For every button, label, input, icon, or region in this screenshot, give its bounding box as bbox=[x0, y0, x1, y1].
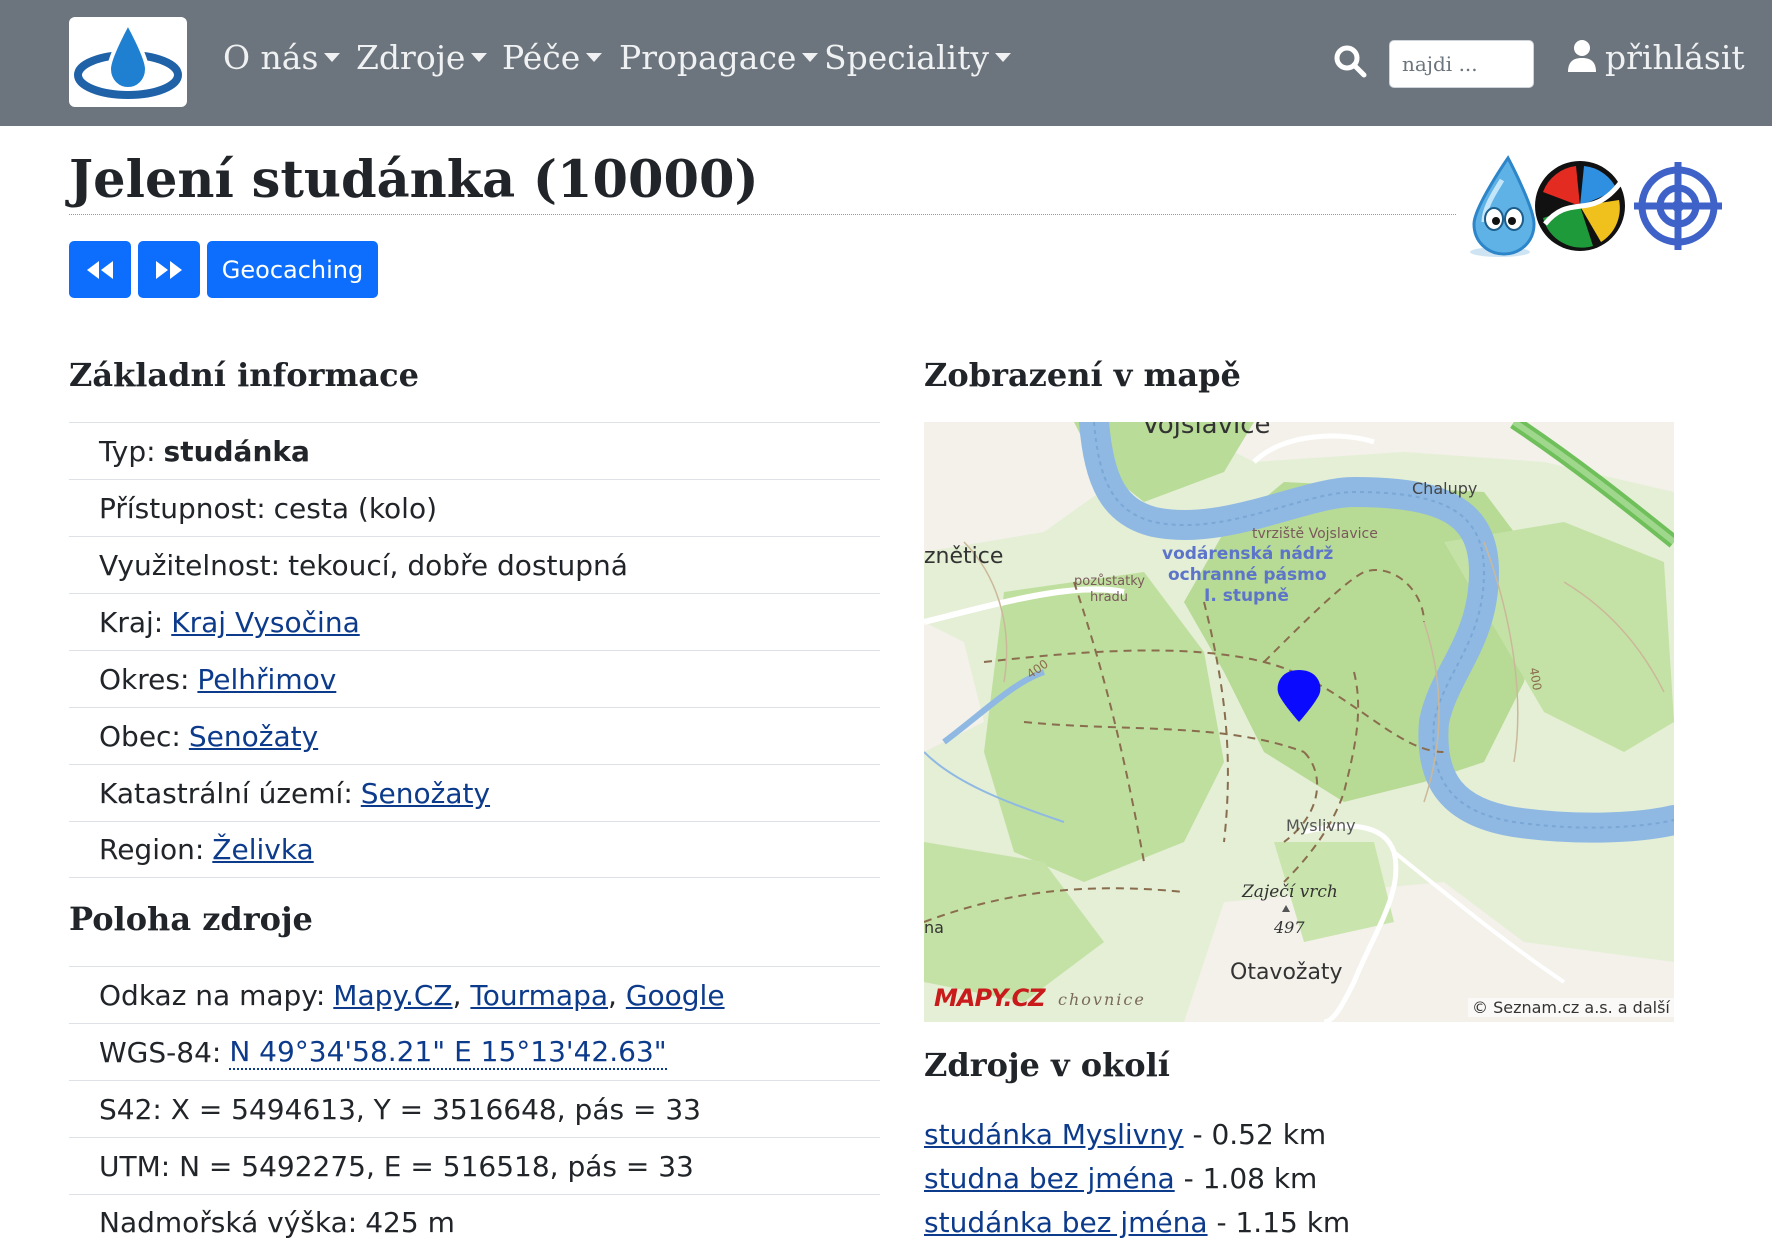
chevron-down-icon bbox=[324, 52, 341, 62]
map-view[interactable]: Vojslavice Chalupy tvrziště Vojslavice v… bbox=[924, 422, 1674, 1022]
crosshair-target-icon[interactable] bbox=[1632, 160, 1724, 252]
info-row-kraj: Kraj: Kraj Vysočina bbox=[69, 593, 880, 650]
top-navbar: O nás Zdroje Péče Propagace Speciality p… bbox=[0, 0, 1772, 126]
basic-info-heading: Základní informace bbox=[69, 356, 419, 394]
page-title: Jelení studánka (10000) bbox=[69, 150, 759, 210]
search-input[interactable] bbox=[1389, 40, 1534, 88]
map-label-nadrz1: vodárenská nádrž bbox=[1162, 544, 1334, 564]
nearby-link[interactable]: studna bez jména bbox=[924, 1162, 1175, 1195]
chevron-down-icon bbox=[471, 52, 488, 62]
nearby-list: studánka Myslivny - 0.52 km studna bez j… bbox=[924, 1113, 1350, 1245]
location-row-wgs: WGS-84: N 49°34'58.21" E 15°13'42.63" bbox=[69, 1023, 880, 1080]
map-label-vojslavice: Vojslavice bbox=[1142, 422, 1271, 440]
map-heading: Zobrazení v mapě bbox=[924, 356, 1241, 394]
location-row-maps: Odkaz na mapy: Mapy.CZ, Tourmapa, Google bbox=[69, 966, 880, 1023]
nearby-heading: Zdroje v okolí bbox=[924, 1046, 1170, 1084]
nearby-link[interactable]: studánka bez jména bbox=[924, 1206, 1208, 1239]
rewind-icon bbox=[87, 260, 113, 279]
kraj-link[interactable]: Kraj Vysočina bbox=[171, 606, 359, 639]
map-label-zajeci-alt: 497 bbox=[1274, 918, 1305, 937]
nav-pece[interactable]: Péče bbox=[502, 38, 603, 77]
nav-propagace[interactable]: Propagace bbox=[619, 38, 819, 77]
google-maps-link[interactable]: Google bbox=[626, 979, 725, 1012]
next-source-button[interactable] bbox=[138, 241, 200, 298]
map-label-hradu: hradu bbox=[1090, 590, 1129, 605]
obec-link[interactable]: Senožaty bbox=[189, 720, 318, 753]
water-drop-logo-icon bbox=[74, 18, 182, 99]
site-logo[interactable] bbox=[69, 17, 187, 107]
chevron-down-icon bbox=[586, 52, 603, 62]
map-copyright: © Seznam.cz a.s. a další bbox=[1468, 998, 1674, 1017]
mapy-cz-logo[interactable]: MAPY.CZ bbox=[934, 984, 1046, 1012]
location-row-utm: UTM: N = 5492275, E = 516518, pás = 33 bbox=[69, 1137, 880, 1194]
basic-info-table: Typ: studánka Přístupnost: cesta (kolo) Vy… bbox=[69, 422, 880, 878]
prev-source-button[interactable] bbox=[69, 241, 131, 298]
nav-o-nas[interactable]: O nás bbox=[223, 38, 341, 77]
title-divider bbox=[69, 214, 1456, 215]
login-label: přihlásit bbox=[1605, 38, 1745, 77]
map-label-tvrziste: tvrziště Vojslavice bbox=[1252, 526, 1378, 542]
map-label-nadrz2: ochranné pásmo bbox=[1168, 565, 1327, 585]
map-label-na: na bbox=[924, 918, 944, 937]
geocaching-button[interactable]: Geocaching bbox=[207, 241, 378, 298]
info-row-vyuzitelnost: Využitelnost: tekoucí, dobře dostupná bbox=[69, 536, 880, 593]
okres-link[interactable]: Pelhřimov bbox=[197, 663, 336, 696]
map-label-nadrz3: I. stupně bbox=[1204, 586, 1289, 606]
info-row-region: Region: Želivka bbox=[69, 821, 880, 878]
nearby-link[interactable]: studánka Myslivny bbox=[924, 1118, 1184, 1151]
region-link[interactable]: Želivka bbox=[212, 833, 313, 866]
tourmapa-link[interactable]: Tourmapa bbox=[470, 979, 608, 1012]
map-label-znetice: znětice bbox=[924, 544, 1004, 569]
katastr-link[interactable]: Senožaty bbox=[361, 777, 490, 810]
login-link[interactable]: přihlásit bbox=[1567, 38, 1745, 77]
location-table: Odkaz na mapy: Mapy.CZ, Tourmapa, Google… bbox=[69, 966, 880, 1249]
wgs-coordinates[interactable]: N 49°34'58.21" E 15°13'42.63" bbox=[229, 1035, 667, 1070]
info-row-pristupnost: Přístupnost: cesta (kolo) bbox=[69, 479, 880, 536]
location-heading: Poloha zdroje bbox=[69, 900, 313, 938]
colorful-quadrant-logo-icon[interactable] bbox=[1531, 152, 1629, 260]
map-label-zajeci-vrch: Zaječí vrch bbox=[1242, 882, 1338, 902]
info-row-okres: Okres: Pelhřimov bbox=[69, 650, 880, 707]
fast-forward-icon bbox=[156, 260, 182, 279]
map-label-chovnice: chovnice bbox=[1058, 990, 1146, 1009]
mapy-cz-link[interactable]: Mapy.CZ bbox=[333, 979, 452, 1012]
location-row-altitude: Nadmořská výška: 425 m bbox=[69, 1194, 880, 1249]
list-item: studna bez jména - 1.08 km bbox=[924, 1162, 1318, 1195]
nav-speciality[interactable]: Speciality bbox=[824, 38, 1011, 77]
map-label-pozustatky: pozůstatky bbox=[1074, 574, 1145, 589]
info-row-typ: Typ: studánka bbox=[69, 422, 880, 479]
map-label-chalupy: Chalupy bbox=[1412, 479, 1478, 498]
nav-zdroje[interactable]: Zdroje bbox=[356, 38, 488, 77]
map-label-otavozaty: Otavožaty bbox=[1230, 960, 1343, 985]
list-item: studánka bez jména - 1.15 km bbox=[924, 1206, 1351, 1239]
list-item: studánka Myslivny - 0.52 km bbox=[924, 1118, 1327, 1151]
chevron-down-icon bbox=[994, 52, 1011, 62]
map-label-myslivny: Myslivny bbox=[1286, 816, 1356, 835]
chevron-down-icon bbox=[802, 52, 819, 62]
search-icon[interactable] bbox=[1333, 44, 1367, 78]
user-icon bbox=[1568, 40, 1596, 72]
info-row-obec: Obec: Senožaty bbox=[69, 707, 880, 764]
info-row-katastr: Katastrální území: Senožaty bbox=[69, 764, 880, 821]
location-row-s42: S42: X = 5494613, Y = 3516648, pás = 33 bbox=[69, 1080, 880, 1137]
